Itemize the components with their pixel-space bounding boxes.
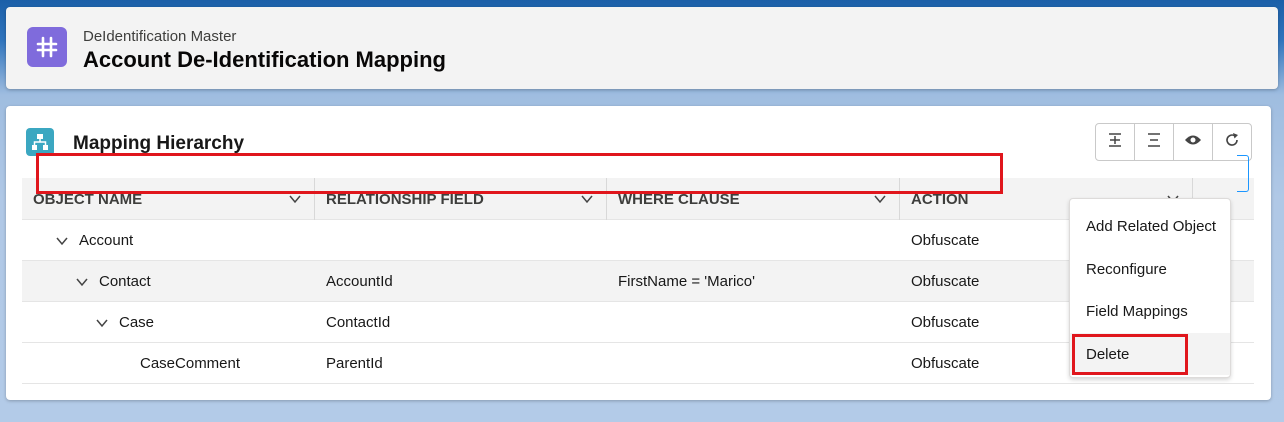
hash-grid-icon	[27, 27, 67, 67]
preview-button[interactable]	[1174, 124, 1213, 160]
action-cell: Obfuscate	[911, 232, 980, 249]
chevron-down-icon[interactable]	[580, 192, 594, 210]
tree-toolbar	[1095, 123, 1252, 161]
highlight-selected-row	[36, 153, 1003, 194]
action-cell: Obfuscate	[911, 355, 980, 372]
chevron-down-icon[interactable]	[95, 316, 109, 330]
collapse-all-icon	[1146, 132, 1162, 153]
chevron-down-icon[interactable]	[873, 192, 887, 210]
page-header: DeIdentification Master Account De-Ident…	[6, 7, 1278, 89]
object-label: DeIdentification Master	[83, 28, 237, 45]
chevron-down-icon[interactable]	[55, 234, 69, 248]
relationship-cell: ContactId	[326, 314, 391, 331]
eye-icon	[1184, 133, 1202, 152]
object-cell: Contact	[75, 261, 151, 302]
menu-item-add-related-object[interactable]: Add Related Object	[1070, 205, 1230, 247]
card-title: Mapping Hierarchy	[73, 133, 245, 154]
menu-item-field-mappings[interactable]: Field Mappings	[1070, 290, 1230, 332]
row-actions-button-edge[interactable]	[1237, 155, 1249, 192]
object-name: Case	[119, 314, 155, 331]
refresh-icon	[1224, 132, 1240, 153]
highlight-delete-item	[1072, 334, 1188, 375]
record-title: Account De-Identification Mapping	[83, 47, 446, 72]
expand-all-icon	[1107, 132, 1123, 153]
action-cell: Obfuscate	[911, 273, 980, 290]
chevron-down-icon[interactable]	[75, 275, 89, 289]
object-name: CaseComment	[140, 355, 241, 372]
relationship-cell: AccountId	[326, 273, 393, 290]
action-cell: Obfuscate	[911, 314, 980, 331]
object-cell: CaseComment	[140, 343, 240, 384]
menu-item-reconfigure[interactable]: Reconfigure	[1070, 248, 1230, 290]
object-cell: Case	[95, 302, 154, 343]
collapse-all-button[interactable]	[1135, 124, 1174, 160]
relationship-cell: ParentId	[326, 355, 383, 372]
chevron-down-icon[interactable]	[288, 192, 302, 210]
object-name: Contact	[99, 273, 151, 290]
where-cell: FirstName = 'Marico'	[618, 273, 755, 290]
hierarchy-icon	[26, 128, 54, 156]
expand-all-button[interactable]	[1096, 124, 1135, 160]
object-cell: Account	[55, 220, 133, 261]
object-name: Account	[79, 232, 134, 249]
